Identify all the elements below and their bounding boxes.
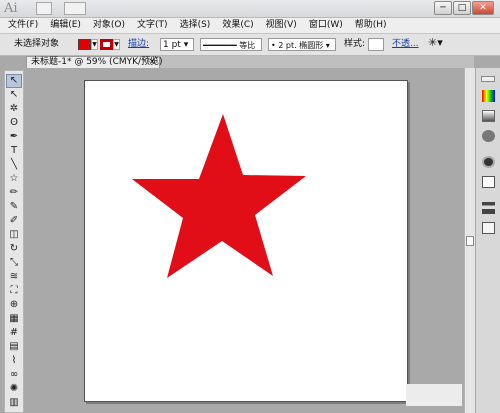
selection-status: 未选择对象	[14, 39, 60, 49]
gradient-panel-icon[interactable]	[482, 110, 495, 122]
menu-edit[interactable]: 编辑(E)	[50, 18, 81, 33]
color-panel-icon[interactable]	[482, 90, 495, 102]
menu-file[interactable]: 文件(F)	[8, 18, 38, 33]
menu-view[interactable]: 视图(V)	[266, 18, 297, 33]
line-tool[interactable]: ╲	[6, 158, 22, 172]
restore-button[interactable]: □	[453, 1, 471, 15]
stroke-swatch[interactable]	[100, 39, 113, 50]
paintbrush-tool[interactable]: ✏	[6, 186, 22, 200]
rotate-tool[interactable]: ↻	[6, 242, 22, 256]
scale-tool[interactable]: ⤡	[6, 256, 22, 270]
blend-tool[interactable]: ∞	[6, 368, 22, 382]
artwork-svg	[132, 114, 306, 278]
menu-window[interactable]: 窗口(W)	[309, 18, 343, 33]
selection-tool[interactable]: ↖	[6, 74, 22, 88]
symbol-sprayer-tool[interactable]: ✺	[6, 382, 22, 396]
app-logo: Ai	[4, 1, 18, 16]
direct-selection-tool[interactable]: ↖	[6, 88, 22, 102]
warp-tool[interactable]: ≋	[6, 270, 22, 284]
close-button[interactable]: ✕	[472, 1, 494, 15]
fill-swatch[interactable]	[78, 39, 91, 50]
artboard[interactable]	[84, 80, 408, 402]
eraser-tool[interactable]: ◫	[6, 228, 22, 242]
control-bar: 未选择对象 ▼ ▼ 描边: 1 pt ▾ ━━━━━━━ 等比 • 2 pt. …	[0, 34, 500, 56]
transparency-panel-icon[interactable]	[482, 130, 495, 142]
minimize-button[interactable]: ─	[434, 1, 452, 15]
menu-type[interactable]: 文字(T)	[137, 18, 168, 33]
document-close-icon[interactable]: ×	[148, 57, 156, 68]
arrange-documents-icon[interactable]	[64, 2, 86, 15]
fill-dropdown[interactable]: ▼	[91, 39, 98, 50]
document-tab-title: 未标题-1* @ 59% (CMYK/预览)	[31, 57, 163, 67]
pencil-tool[interactable]: ✎	[6, 200, 22, 214]
brush-value: 2 pt. 椭圆形	[278, 41, 324, 50]
stroke-link[interactable]: 描边:	[128, 38, 149, 51]
lasso-tool[interactable]: ʘ	[6, 116, 22, 130]
pen-tool[interactable]: ✒	[6, 130, 22, 144]
style-label: 样式:	[344, 39, 366, 49]
panel-dock	[475, 68, 500, 413]
free-transform-tool[interactable]: ⛶	[6, 284, 22, 298]
style-picker[interactable]	[368, 38, 384, 51]
blob-brush-tool[interactable]: ✐	[6, 214, 22, 228]
stroke-weight-input[interactable]: 1 pt ▾	[160, 38, 194, 51]
graphic-styles-panel-icon[interactable]	[482, 176, 495, 188]
artboards-panel-icon[interactable]	[482, 222, 495, 234]
menu-bar: 文件(F) 编辑(E) 对象(O) 文字(T) 选择(S) 效果(C) 视图(V…	[0, 18, 500, 34]
menu-object[interactable]: 对象(O)	[93, 18, 125, 33]
red-star-shape[interactable]	[132, 114, 306, 278]
scroll-thumb[interactable]	[466, 236, 474, 246]
mesh-tool[interactable]: #	[6, 326, 22, 340]
window-controls: ─ □ ✕	[434, 1, 494, 15]
stroke-dropdown[interactable]: ▼	[113, 39, 120, 50]
column-graph-tool[interactable]: ▥	[6, 396, 22, 410]
watermark-area	[406, 384, 462, 406]
vertical-scrollbar[interactable]	[464, 68, 475, 413]
menu-effect[interactable]: 效果(C)	[222, 18, 253, 33]
star-tool[interactable]: ☆	[6, 172, 22, 186]
bridge-icon[interactable]	[36, 2, 52, 15]
layers-panel-icon[interactable]	[482, 202, 495, 214]
brush-definition[interactable]: • 2 pt. 椭圆形 ▾	[268, 38, 336, 51]
document-tab-row: 未标题-1* @ 59% (CMYK/预览) ×	[26, 56, 474, 68]
recolor-artwork-icon[interactable]: ✳▾	[428, 36, 443, 49]
profile-value: 等比	[239, 41, 256, 50]
stroke-weight-value: 1 pt	[163, 40, 181, 50]
opacity-link[interactable]: 不透...	[392, 38, 419, 51]
variable-width-profile[interactable]: ━━━━━━━ 等比	[200, 38, 262, 51]
title-bar: Ai ─ □ ✕	[0, 0, 500, 18]
menu-help[interactable]: 帮助(H)	[355, 18, 387, 33]
eyedropper-tool[interactable]: ⌇	[6, 354, 22, 368]
gradient-tool[interactable]: ▤	[6, 340, 22, 354]
shape-builder-tool[interactable]: ⊕	[6, 298, 22, 312]
magic-wand-tool[interactable]: ✲	[6, 102, 22, 116]
menu-select[interactable]: 选择(S)	[180, 18, 211, 33]
collapse-panels-icon[interactable]	[481, 76, 495, 82]
tools-panel: ↖ ↖ ✲ ʘ ✒ T ╲ ☆ ✏ ✎ ✐ ◫ ↻ ⤡ ≋ ⛶ ⊕ ▦ # ▤ ⌇ ∞ ✺ ▥	[4, 70, 24, 413]
type-tool[interactable]: T	[6, 144, 22, 158]
perspective-grid-tool[interactable]: ▦	[6, 312, 22, 326]
document-tab[interactable]: 未标题-1* @ 59% (CMYK/预览) ×	[26, 56, 163, 68]
appearance-panel-icon[interactable]	[482, 156, 495, 168]
